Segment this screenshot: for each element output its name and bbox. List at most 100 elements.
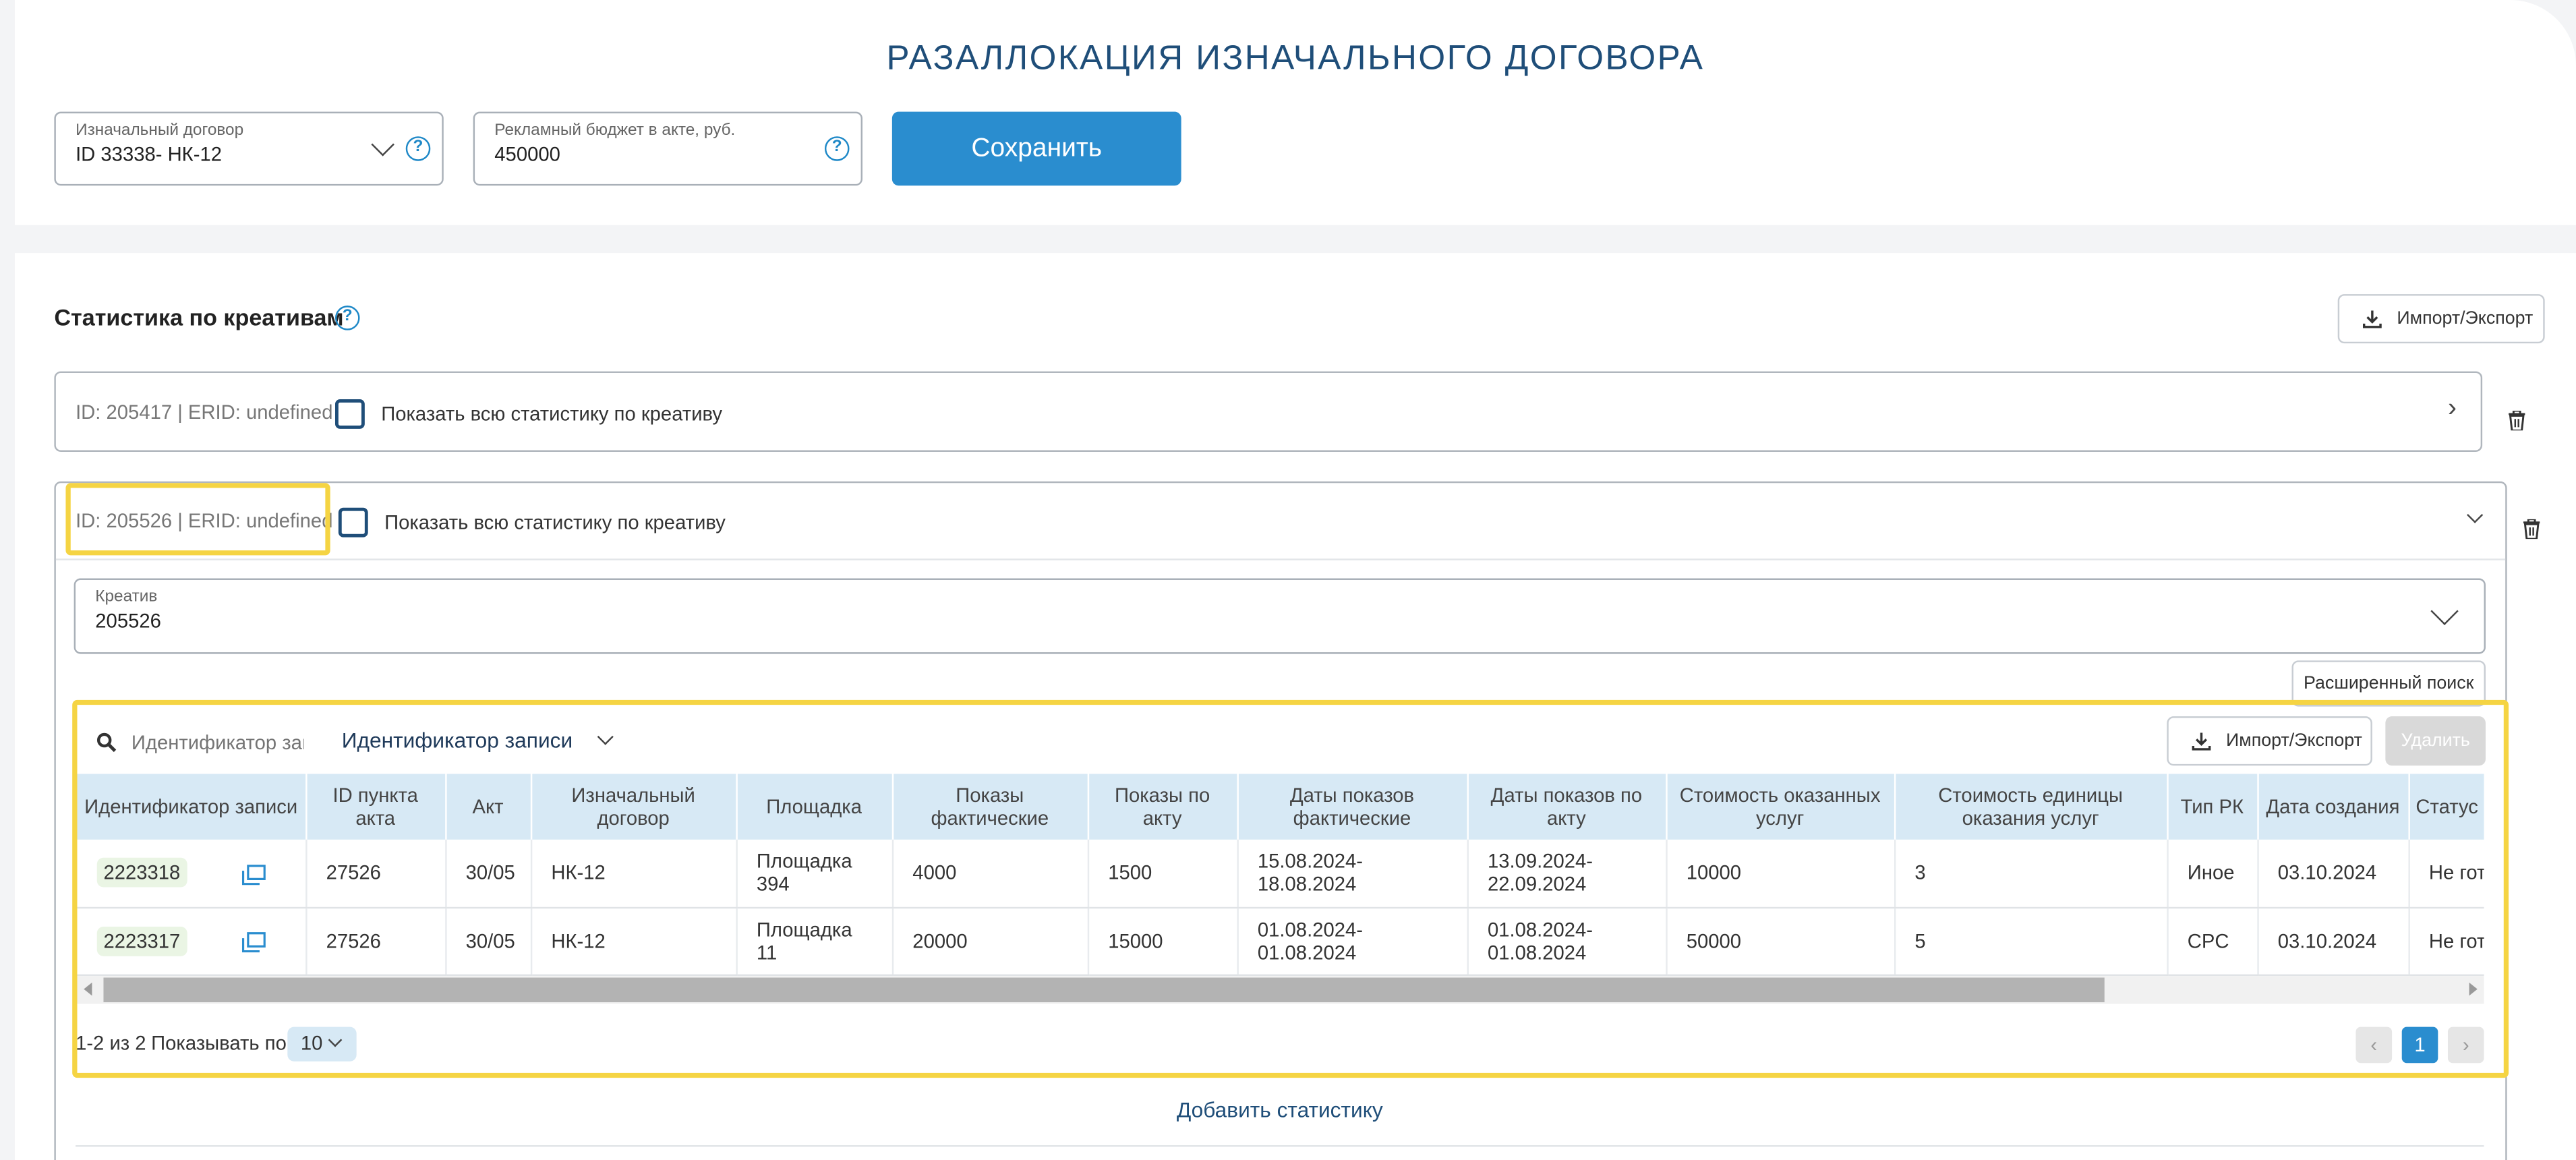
table-cell: Площадка 11 — [736, 906, 894, 975]
table-cell: 03.10.2024 — [2257, 906, 2409, 975]
record-id-cell: 2223318 — [77, 839, 307, 908]
column-header[interactable]: Показы по акту — [1087, 774, 1238, 840]
download-icon — [2362, 310, 2382, 328]
trash-icon[interactable] — [2509, 411, 2525, 431]
table-cell: 01.08.2024-01.08.2024 — [1467, 906, 1667, 975]
table-row[interactable]: 2223318 27526 30/05 НК-12 Площадка 394 4… — [77, 839, 2484, 908]
divider — [55, 558, 2506, 560]
chevron-down-icon — [328, 1033, 343, 1047]
pagination-range: 1-2 из 2 — [76, 1031, 146, 1055]
table-cell: 01.08.2024-01.08.2024 — [1237, 906, 1468, 975]
budget-field-value: 450000 — [494, 142, 560, 167]
table-cell: 27526 — [305, 906, 446, 975]
column-header[interactable]: Дата создания — [2257, 774, 2409, 840]
scrollbar-thumb[interactable] — [103, 977, 2105, 1003]
column-header[interactable]: Акт — [445, 774, 532, 840]
table-cell: 50000 — [1666, 906, 1896, 975]
download-icon — [2192, 732, 2211, 751]
show-all-stats-checkbox[interactable] — [338, 507, 368, 538]
column-header[interactable]: Даты показов фактические — [1237, 774, 1468, 840]
show-all-stats-label: Показать всю статистику по креативу — [381, 402, 723, 426]
column-header[interactable]: Идентификатор записи — [77, 774, 307, 840]
next-page-button[interactable]: › — [2447, 1026, 2484, 1064]
search-input[interactable] — [131, 728, 304, 758]
page-title: РАЗАЛЛОКАЦИЯ ИЗНАЧАЛЬНОГО ДОГОВОРА — [886, 39, 1705, 78]
column-header[interactable]: Статус — [2408, 774, 2484, 840]
record-id-badge[interactable]: 2223317 — [96, 925, 187, 956]
contract-field-value: ID 33338- НК-12 — [76, 142, 223, 167]
show-all-stats-checkbox[interactable] — [334, 399, 365, 429]
horizontal-scrollbar[interactable] — [77, 976, 2484, 1004]
section-title: Статистика по креативам — [54, 303, 344, 330]
table-cell: 15.08.2024-18.08.2024 — [1237, 839, 1468, 908]
creative-id-text: ID: 205526 | ERID: undefined — [76, 509, 333, 533]
chevron-down-icon[interactable] — [371, 133, 394, 156]
help-icon[interactable]: ? — [824, 136, 850, 161]
advanced-search-button[interactable]: Расширенный поиск — [2291, 660, 2486, 707]
column-header[interactable]: Стоимость оказанных услуг — [1666, 774, 1896, 840]
table-cell: 27526 — [305, 839, 446, 908]
contract-field-label: Изначальный договор — [76, 121, 244, 140]
table-cell: Не готов — [2408, 906, 2484, 975]
table-cell: 10000 — [1666, 839, 1896, 908]
help-icon[interactable]: ? — [405, 136, 431, 161]
trash-icon[interactable] — [2523, 519, 2540, 540]
record-id-badge[interactable]: 2223318 — [96, 858, 187, 888]
column-header[interactable]: Изначальный договор — [530, 774, 737, 840]
creative-field-value: 205526 — [95, 609, 161, 633]
table-cell: 4000 — [891, 839, 1088, 908]
help-icon[interactable]: ? — [334, 306, 360, 330]
column-header[interactable]: Площадка — [736, 774, 894, 840]
table-cell: Иное — [2167, 839, 2258, 908]
column-header[interactable]: Даты показов по акту — [1467, 774, 1667, 840]
per-page-value: 10 — [300, 1031, 323, 1055]
table-cell: 03.10.2024 — [2257, 839, 2409, 908]
table-cell: 13.09.2024-22.09.2024 — [1467, 839, 1667, 908]
column-header[interactable]: ID пункта акта — [305, 774, 446, 840]
table-cell: CPC — [2167, 906, 2258, 975]
table-cell: 30/05 — [445, 906, 532, 975]
budget-field[interactable]: Рекламный бюджет в акте, руб. 450000 ? — [473, 111, 863, 186]
creative-field-label: Креатив — [95, 588, 158, 606]
per-page-select[interactable]: 10 — [287, 1026, 357, 1062]
records-table-viewport: Идентификатор записи ID пункта акта Акт … — [77, 774, 2484, 976]
save-button[interactable]: Сохранить — [891, 111, 1181, 186]
table-cell: 30/05 — [445, 839, 532, 908]
table-cell: Площадка 394 — [736, 839, 894, 908]
creative-id-text: ID: 205417 | ERID: undefined — [76, 401, 333, 424]
show-all-stats-label: Показать всю статистику по креативу — [384, 511, 726, 534]
page-button[interactable]: 1 — [2401, 1026, 2438, 1064]
creative-accordion-collapsed[interactable]: ID: 205417 | ERID: undefined Показать вс… — [54, 371, 2483, 452]
scroll-right-icon[interactable] — [2469, 982, 2478, 996]
import-export-button[interactable]: Импорт/Экспорт — [2167, 716, 2372, 766]
search-filter-label[interactable]: Идентификатор записи — [342, 728, 573, 753]
column-header[interactable]: Стоимость единицы оказания услуг — [1894, 774, 2168, 840]
import-export-label: Импорт/Экспорт — [2397, 309, 2534, 329]
add-statistics-link[interactable]: Добавить статистику — [56, 1097, 2504, 1122]
table-header-row: Идентификатор записи ID пункта акта Акт … — [77, 774, 2484, 840]
column-header[interactable]: Показы фактические — [891, 774, 1088, 840]
copy-icon[interactable] — [241, 931, 266, 953]
column-header[interactable]: Тип РК — [2167, 774, 2258, 840]
copy-icon[interactable] — [241, 863, 266, 885]
per-page-label: Показывать по — [151, 1031, 287, 1055]
table-cell: 20000 — [891, 906, 1088, 975]
chevron-right-icon[interactable]: › — [2448, 395, 2457, 424]
search-icon — [96, 732, 117, 753]
scroll-left-icon[interactable] — [84, 982, 92, 996]
table-row[interactable]: 2223317 27526 30/05 НК-12 Площадка 11 20… — [77, 906, 2484, 975]
table-cell: Не готов — [2408, 839, 2484, 908]
records-table: Идентификатор записи ID пункта акта Акт … — [77, 774, 2484, 975]
chevron-down-icon[interactable] — [2430, 597, 2459, 625]
import-export-button[interactable]: Импорт/Экспорт — [2337, 294, 2545, 344]
divider — [76, 1145, 2484, 1147]
prev-page-button[interactable]: ‹ — [2355, 1026, 2393, 1064]
table-cell: 5 — [1894, 906, 2168, 975]
delete-button[interactable]: Удалить — [2385, 716, 2486, 766]
contract-select[interactable]: Изначальный договор ID 33338- НК-12 ? — [54, 111, 444, 186]
table-cell: НК-12 — [530, 906, 737, 975]
table-cell: 15000 — [1087, 906, 1238, 975]
record-id-cell: 2223317 — [77, 906, 307, 975]
creative-select[interactable]: Креатив 205526 — [74, 578, 2486, 654]
table-cell: НК-12 — [530, 839, 737, 908]
